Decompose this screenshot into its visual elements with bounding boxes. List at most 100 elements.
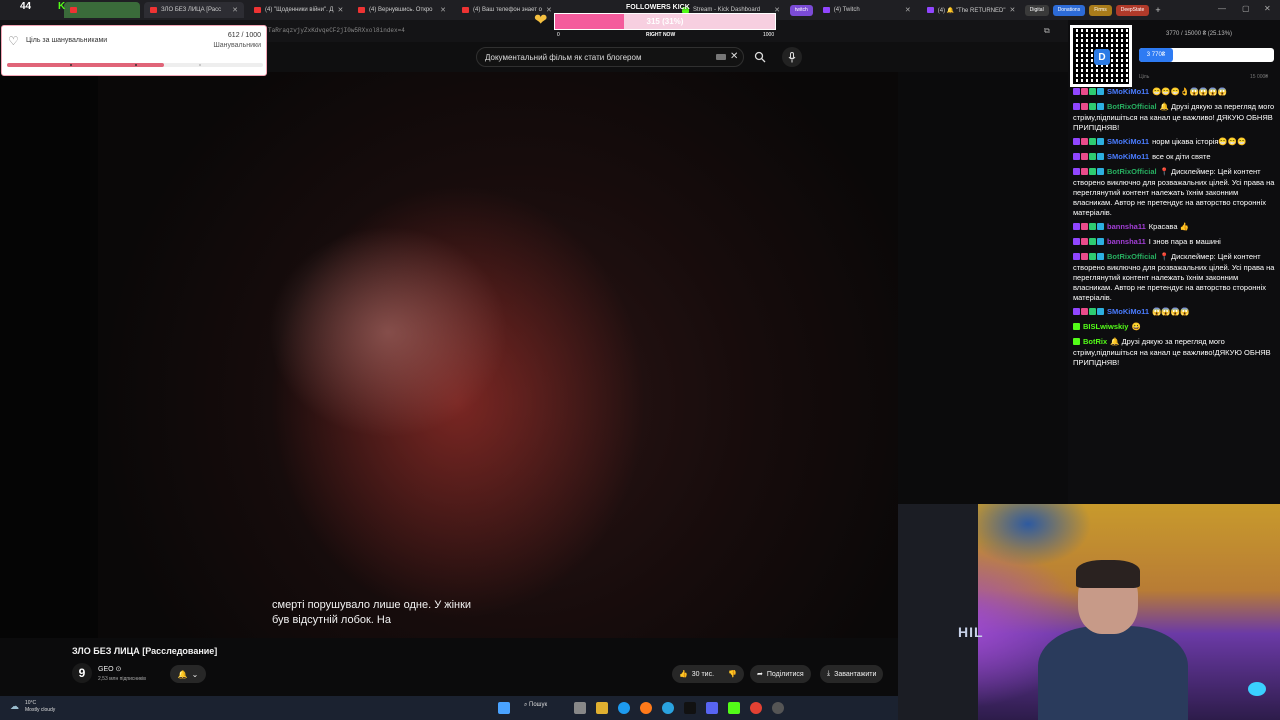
donation-qr-code: D <box>1070 25 1132 87</box>
badge-icon <box>1073 138 1080 145</box>
close-icon[interactable]: ✕ <box>905 6 911 14</box>
bookmark-twitch[interactable]: twitch <box>790 4 813 16</box>
bookmark-digital[interactable]: Digital <box>1024 4 1049 16</box>
chat-message: BotRixOfficial 📍 Дисклеймер: Цей контент … <box>1073 252 1275 303</box>
share-button[interactable]: ➦ Поділитися <box>750 665 811 683</box>
chat-username[interactable]: SMoKiMo11 <box>1107 307 1149 316</box>
channel-subscribers: 2,53 млн підписників <box>98 676 146 682</box>
telegram-icon[interactable] <box>662 702 674 714</box>
minimize-icon[interactable]: — <box>1218 4 1226 13</box>
chat-username[interactable]: bannsha11 <box>1107 222 1146 231</box>
chat-text: 😀 <box>1131 322 1141 331</box>
hand-heart-icon: ♡ <box>8 34 19 48</box>
badge-icon <box>1073 338 1080 345</box>
close-icon[interactable]: ✕ <box>1010 6 1016 14</box>
search-input[interactable]: Документальний фільм як стати блогером <box>476 47 744 67</box>
followers-count: 315 (31%) <box>646 17 684 26</box>
badge-icon <box>1097 153 1104 160</box>
bookmark-donations[interactable]: Donations <box>1052 4 1086 16</box>
chat-username[interactable]: BotRixOfficial <box>1107 167 1157 176</box>
download-button[interactable]: ⤓ Завантажити <box>820 665 884 683</box>
chat-username[interactable]: BotRixOfficial <box>1107 252 1157 261</box>
bookmark-deepstate[interactable]: DeepState <box>1115 4 1150 16</box>
chat-username[interactable]: SMoKiMo11 <box>1107 137 1149 146</box>
search-icon <box>754 51 766 63</box>
chat-message: bannsha11 Красава 👍 <box>1073 222 1275 233</box>
shirt-logo: HIL <box>958 624 984 640</box>
like-count[interactable]: 30 тис. <box>692 671 714 678</box>
obs-icon[interactable] <box>772 702 784 714</box>
followers-max: 1000 <box>763 32 775 38</box>
twitch-icon <box>822 7 830 13</box>
badge-icon <box>1089 168 1096 175</box>
taskbar-search[interactable]: ⌕ Пошук <box>524 702 547 709</box>
tab-item[interactable]: (4) Вернувшись. Откро ✕ <box>352 2 452 18</box>
new-tab-icon[interactable]: + <box>1155 5 1160 15</box>
tiktok-icon[interactable] <box>684 702 696 714</box>
thumbs-up-icon[interactable]: 👍 <box>679 670 688 678</box>
channel-name[interactable]: GEO ⊙ <box>98 665 121 673</box>
video-player[interactable] <box>98 72 898 638</box>
youtube-icon <box>150 7 157 13</box>
chat-username[interactable]: BotRixOfficial <box>1107 102 1157 111</box>
close-window-icon[interactable]: ✕ <box>1264 4 1271 13</box>
twitch-icon <box>926 7 934 13</box>
video-title: ЗЛО БЕЗ ЛИЦА [Расследование] <box>72 646 218 656</box>
tab-item[interactable]: (4) 🔔 "The RETURNED" ✕ <box>921 2 1021 18</box>
like-dislike-group: 👍 30 тис. 👎 <box>672 665 744 683</box>
start-menu-icon[interactable] <box>498 702 510 714</box>
badge-icon <box>1089 308 1096 315</box>
chat-username[interactable]: SMoKiMo11 <box>1107 152 1149 161</box>
voice-search-button[interactable] <box>782 47 802 67</box>
donation-progress-fill: 3 770₴ <box>1139 48 1173 62</box>
channel-avatar[interactable]: 9 <box>72 663 92 683</box>
chat-username[interactable]: BISLwiwskiy <box>1083 322 1128 331</box>
badge-icon <box>1089 88 1096 95</box>
notification-bell-button[interactable]: 🔔 ⌄ <box>170 665 206 683</box>
goal-marker <box>70 64 72 66</box>
badge-icon <box>1089 253 1096 260</box>
badge-icon <box>1073 153 1080 160</box>
weather-widget[interactable]: 10°C Mostly cloudy <box>25 700 55 714</box>
badge-icon <box>1097 168 1104 175</box>
badge-icon <box>1073 168 1080 175</box>
chat-username[interactable]: BotRix <box>1083 337 1107 346</box>
kick-app-icon[interactable] <box>728 702 740 714</box>
address-url[interactable]: TaRraqzvjyZxKdvqeCF2jI0w5RXxol8index=4 <box>268 27 405 34</box>
task-view-icon[interactable] <box>574 702 586 714</box>
search-button[interactable] <box>748 47 772 67</box>
clear-search-icon[interactable]: ✕ <box>730 51 738 62</box>
tab-video[interactable]: ЗЛО БЕЗ ЛИЦА [Расс ✕ <box>144 2 244 18</box>
chat-message: BotRixOfficial 📍 Дисклеймер: Цей контент … <box>1073 167 1275 218</box>
tab-pinned[interactable] <box>64 2 140 18</box>
edge-icon[interactable] <box>618 702 630 714</box>
badge-icon <box>1081 253 1088 260</box>
heart-icon: ❤ <box>534 12 548 29</box>
file-explorer-icon[interactable] <box>596 702 608 714</box>
firefox-icon[interactable] <box>640 702 652 714</box>
badge-icon <box>1081 153 1088 160</box>
close-icon[interactable]: ✕ <box>232 6 238 14</box>
webcam-lamp <box>1248 682 1266 696</box>
discord-icon[interactable] <box>706 702 718 714</box>
badge-icon <box>1089 223 1096 230</box>
badge-icon <box>1097 138 1104 145</box>
badge-icon <box>1089 238 1096 245</box>
close-icon[interactable]: ✕ <box>440 6 446 14</box>
keyboard-icon[interactable] <box>716 54 726 60</box>
chat-message: SMoKiMo11 😱😱😱😱 <box>1073 307 1275 318</box>
close-icon[interactable]: ✕ <box>337 6 343 14</box>
weather-cloud-icon: ☁ <box>10 701 19 711</box>
share-icon: ➦ <box>757 671 763 678</box>
chrome-icon[interactable] <box>750 702 762 714</box>
thumbs-down-icon[interactable]: 👎 <box>728 670 737 678</box>
chat-badges-icon <box>1073 323 1081 333</box>
bookmark-firms[interactable]: Firms <box>1089 4 1112 16</box>
tab-item[interactable]: (4) "Щоденники війни". Д ✕ <box>248 2 348 18</box>
chat-username[interactable]: SMoKiMo11 <box>1107 87 1149 96</box>
tab-item[interactable]: (4) Twitch ✕ <box>817 2 917 18</box>
chat-username[interactable]: bannsha11 <box>1107 237 1146 246</box>
badge-icon <box>1097 103 1104 110</box>
extensions-icon[interactable]: ⧉ <box>1044 26 1050 36</box>
maximize-icon[interactable]: ▢ <box>1242 4 1250 13</box>
